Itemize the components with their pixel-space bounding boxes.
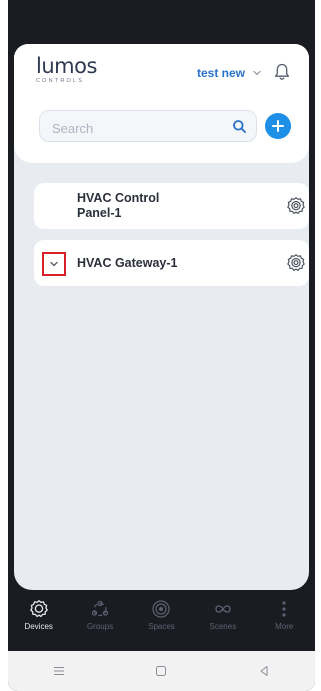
menu-icon bbox=[54, 667, 65, 675]
tab-devices[interactable]: Devices bbox=[10, 593, 68, 631]
device-card-hvac-gateway[interactable]: HVAC Gateway-1 bbox=[34, 240, 309, 286]
gear-icon[interactable] bbox=[286, 253, 306, 273]
plus-icon bbox=[272, 120, 284, 132]
device-card-hvac-control-panel[interactable]: HVAC Control Panel-1 bbox=[34, 183, 309, 229]
bottom-tab-bar: Devices Groups Spaces Scenes More bbox=[8, 593, 315, 651]
tab-scenes[interactable]: Scenes bbox=[194, 593, 252, 631]
tab-label: More bbox=[275, 622, 294, 631]
tab-label: Spaces bbox=[148, 622, 175, 631]
devices-icon bbox=[29, 600, 48, 618]
chevron-down-icon bbox=[50, 261, 58, 267]
system-menu-button[interactable] bbox=[39, 661, 79, 681]
lumos-logo: lumos CONTROLS bbox=[36, 56, 106, 90]
home-icon bbox=[156, 666, 167, 676]
tab-groups[interactable]: Groups bbox=[71, 593, 129, 631]
account-switcher[interactable]: test new bbox=[197, 66, 263, 80]
logo-wordmark: lumos bbox=[36, 54, 97, 78]
header: lumos CONTROLS test new bbox=[14, 44, 309, 163]
system-nav-bar bbox=[8, 651, 315, 691]
back-icon bbox=[260, 666, 268, 676]
app-screen: lumos CONTROLS test new Search HVAC Cont… bbox=[14, 44, 309, 590]
scenes-icon bbox=[215, 605, 231, 613]
more-icon bbox=[282, 601, 286, 617]
system-home-button[interactable] bbox=[141, 661, 181, 681]
groups-icon bbox=[91, 600, 109, 617]
phone-frame: lumos CONTROLS test new Search HVAC Cont… bbox=[8, 0, 315, 691]
bell-icon[interactable] bbox=[273, 62, 291, 82]
gear-icon[interactable] bbox=[286, 196, 306, 216]
search-icon[interactable] bbox=[232, 119, 247, 134]
device-name: HVAC Gateway-1 bbox=[77, 256, 178, 270]
device-name: HVAC Control Panel-1 bbox=[77, 191, 160, 220]
system-back-button[interactable] bbox=[244, 661, 284, 681]
chevron-down-icon bbox=[253, 70, 261, 76]
tab-label: Scenes bbox=[209, 622, 237, 631]
tab-label: Groups bbox=[86, 622, 114, 631]
tab-label: Devices bbox=[24, 622, 53, 631]
tab-spaces[interactable]: Spaces bbox=[132, 593, 190, 631]
spaces-icon bbox=[152, 600, 171, 618]
tab-more[interactable]: More bbox=[255, 593, 313, 631]
add-device-button[interactable] bbox=[265, 113, 291, 139]
account-name: test new bbox=[197, 66, 246, 80]
expand-toggle[interactable] bbox=[42, 252, 66, 276]
search-input[interactable] bbox=[50, 118, 214, 138]
logo-subtext: CONTROLS bbox=[36, 78, 85, 84]
search-field[interactable] bbox=[39, 110, 257, 142]
